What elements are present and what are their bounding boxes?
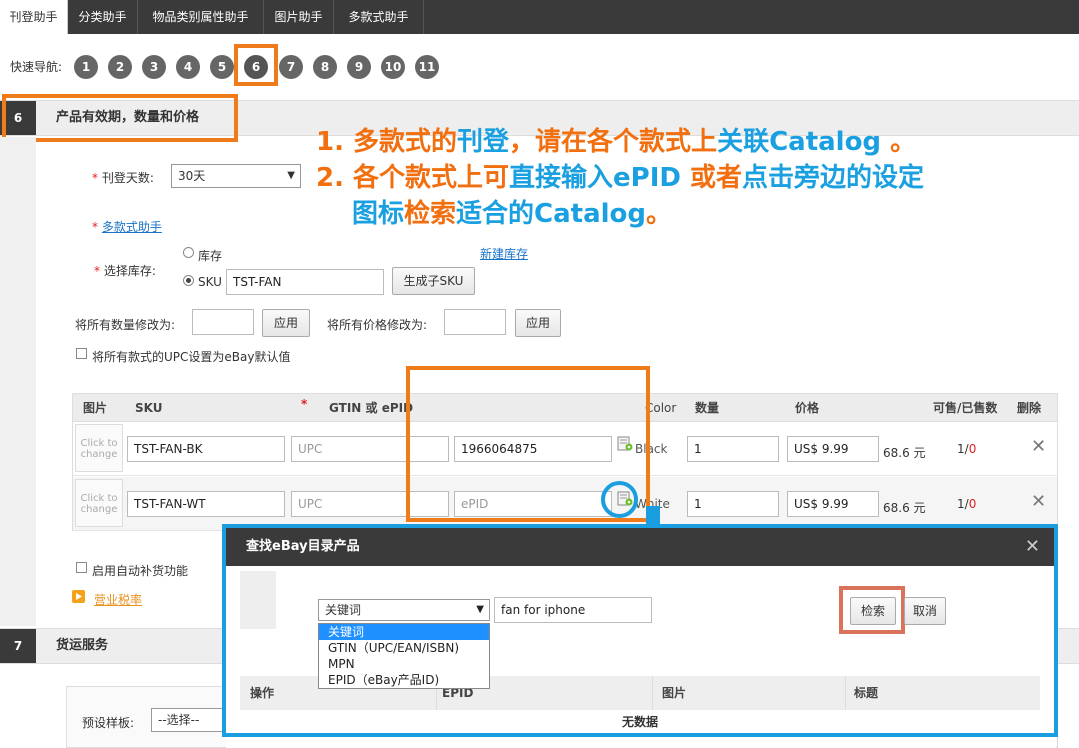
dropdown-option-mpn[interactable]: MPN <box>319 656 489 672</box>
required-mark: * <box>301 397 308 411</box>
tab-category-helper[interactable]: 分类助手 <box>68 0 138 34</box>
bulk-price-apply-button[interactable]: 应用 <box>515 309 561 337</box>
tab-item-specifics-helper[interactable]: 物品类别属性助手 <box>138 0 264 34</box>
section-7-number: 7 <box>0 629 36 663</box>
radio-sku[interactable] <box>183 275 194 286</box>
col-image: 图片 <box>83 401 108 415</box>
tab-image-helper[interactable]: 图片助手 <box>264 0 334 34</box>
generate-sub-sku-button[interactable]: 生成子SKU <box>392 267 475 295</box>
annotation-highlight-section-6 <box>2 94 238 142</box>
section-6-left-band <box>0 137 36 626</box>
variation-helper-link[interactable]: 多款式助手 <box>102 220 162 234</box>
col-price: 价格 <box>795 401 820 415</box>
variant-qty-input[interactable]: 1 <box>687 436 779 462</box>
sales-tax-link[interactable]: 营业税率 <box>94 591 142 608</box>
new-inventory-link[interactable]: 新建库存 <box>480 245 528 262</box>
auto-restock-label: 启用自动补货功能 <box>92 564 189 578</box>
quick-nav-10[interactable]: 10 <box>381 55 405 79</box>
dropdown-option-gtin[interactable]: GTIN（UPC/EAN/ISBN) <box>319 640 489 656</box>
annotation-line-3: 图标检索适合的Catalog。 <box>352 199 673 229</box>
preset-select[interactable]: --选择-- <box>151 708 231 732</box>
col-sku: SKU <box>135 401 163 415</box>
variant-price-input[interactable]: US$ 9.99 <box>787 436 879 462</box>
variant-qty-input[interactable]: 1 <box>687 491 779 517</box>
quick-nav-11[interactable]: 11 <box>415 55 439 79</box>
annotation-line-1: 1. 多款式的刊登，请在各个款式上关联Catalog 。 <box>316 127 917 157</box>
col-sold: 可售/已售数 <box>933 401 998 415</box>
bulk-qty-label: 将所有数量修改为: <box>75 318 176 332</box>
variant-avail-sold: 1/0 <box>957 497 977 511</box>
radio-stock[interactable] <box>183 247 194 258</box>
quick-nav-label: 快速导航: <box>10 60 63 74</box>
annotation-line-2: 2. 各个款式上可直接输入ePID 或者点击旁边的设定 <box>316 163 925 193</box>
top-tab-bar: 刊登助手 分类助手 物品类别属性助手 图片助手 多款式助手 <box>0 0 1079 34</box>
variant-local-price: 68.6 元 <box>883 501 926 515</box>
col-qty: 数量 <box>695 401 720 415</box>
variant-thumbnail[interactable]: Click to change <box>75 424 123 472</box>
bulk-price-label: 将所有价格修改为: <box>327 318 428 332</box>
quick-nav-2[interactable]: 2 <box>108 55 132 79</box>
delete-icon[interactable]: ✕ <box>1031 491 1046 512</box>
upc-default-label: 将所有款式的UPC设置为eBay默认值 <box>92 350 291 364</box>
duration-select[interactable]: 30天 ▼ <box>171 164 301 188</box>
tab-listing-helper[interactable]: 刊登助手 <box>0 0 68 34</box>
quick-nav-5[interactable]: 5 <box>210 55 234 79</box>
chevron-down-icon: ▼ <box>287 170 295 181</box>
upc-default-checkbox[interactable] <box>76 348 87 359</box>
radio-sku-label: SKU <box>198 275 222 289</box>
delete-icon[interactable]: ✕ <box>1031 436 1046 457</box>
variant-local-price: 68.6 元 <box>883 446 926 460</box>
variant-sku-input[interactable]: TST-FAN-BK <box>127 436 285 462</box>
annotation-circle-settings-icon <box>601 481 638 518</box>
tab-variation-helper[interactable]: 多款式助手 <box>334 0 424 34</box>
radio-stock-label: 库存 <box>198 249 223 263</box>
col-gtin: GTIN 或 ePID <box>329 401 414 415</box>
duration-label: * 刊登天数: <box>92 171 154 185</box>
annotation-highlight-nav-6 <box>234 44 278 86</box>
quick-nav-3[interactable]: 3 <box>142 55 166 79</box>
quick-nav-8[interactable]: 8 <box>313 55 337 79</box>
dropdown-option-epid[interactable]: EPID（eBay产品ID) <box>319 672 489 688</box>
inventory-label: * 选择库存: <box>94 264 156 278</box>
play-icon <box>72 590 85 603</box>
bulk-qty-input[interactable] <box>192 309 254 335</box>
search-type-dropdown: 关键词 GTIN（UPC/EAN/ISBN) MPN EPID（eBay产品ID… <box>318 623 490 689</box>
variation-helper-row: * 多款式助手 <box>92 220 162 234</box>
quick-nav-7[interactable]: 7 <box>279 55 303 79</box>
quick-nav-9[interactable]: 9 <box>347 55 371 79</box>
preset-label: 预设样板: <box>82 716 135 730</box>
variant-price-input[interactable]: US$ 9.99 <box>787 491 879 517</box>
auto-restock-checkbox[interactable] <box>76 562 87 573</box>
section-7-title: 货运服务 <box>56 638 109 653</box>
quick-nav-1[interactable]: 1 <box>74 55 98 79</box>
bulk-qty-apply-button[interactable]: 应用 <box>262 309 310 337</box>
bulk-price-input[interactable] <box>444 309 506 335</box>
dropdown-option-keyword[interactable]: 关键词 <box>319 624 489 640</box>
variant-avail-sold: 1/0 <box>957 442 977 456</box>
sku-input[interactable]: TST-FAN <box>226 269 384 295</box>
col-delete: 删除 <box>1017 401 1042 415</box>
variant-sku-input[interactable]: TST-FAN-WT <box>127 491 285 517</box>
variant-thumbnail[interactable]: Click to change <box>75 479 123 527</box>
quick-nav-4[interactable]: 4 <box>176 55 200 79</box>
